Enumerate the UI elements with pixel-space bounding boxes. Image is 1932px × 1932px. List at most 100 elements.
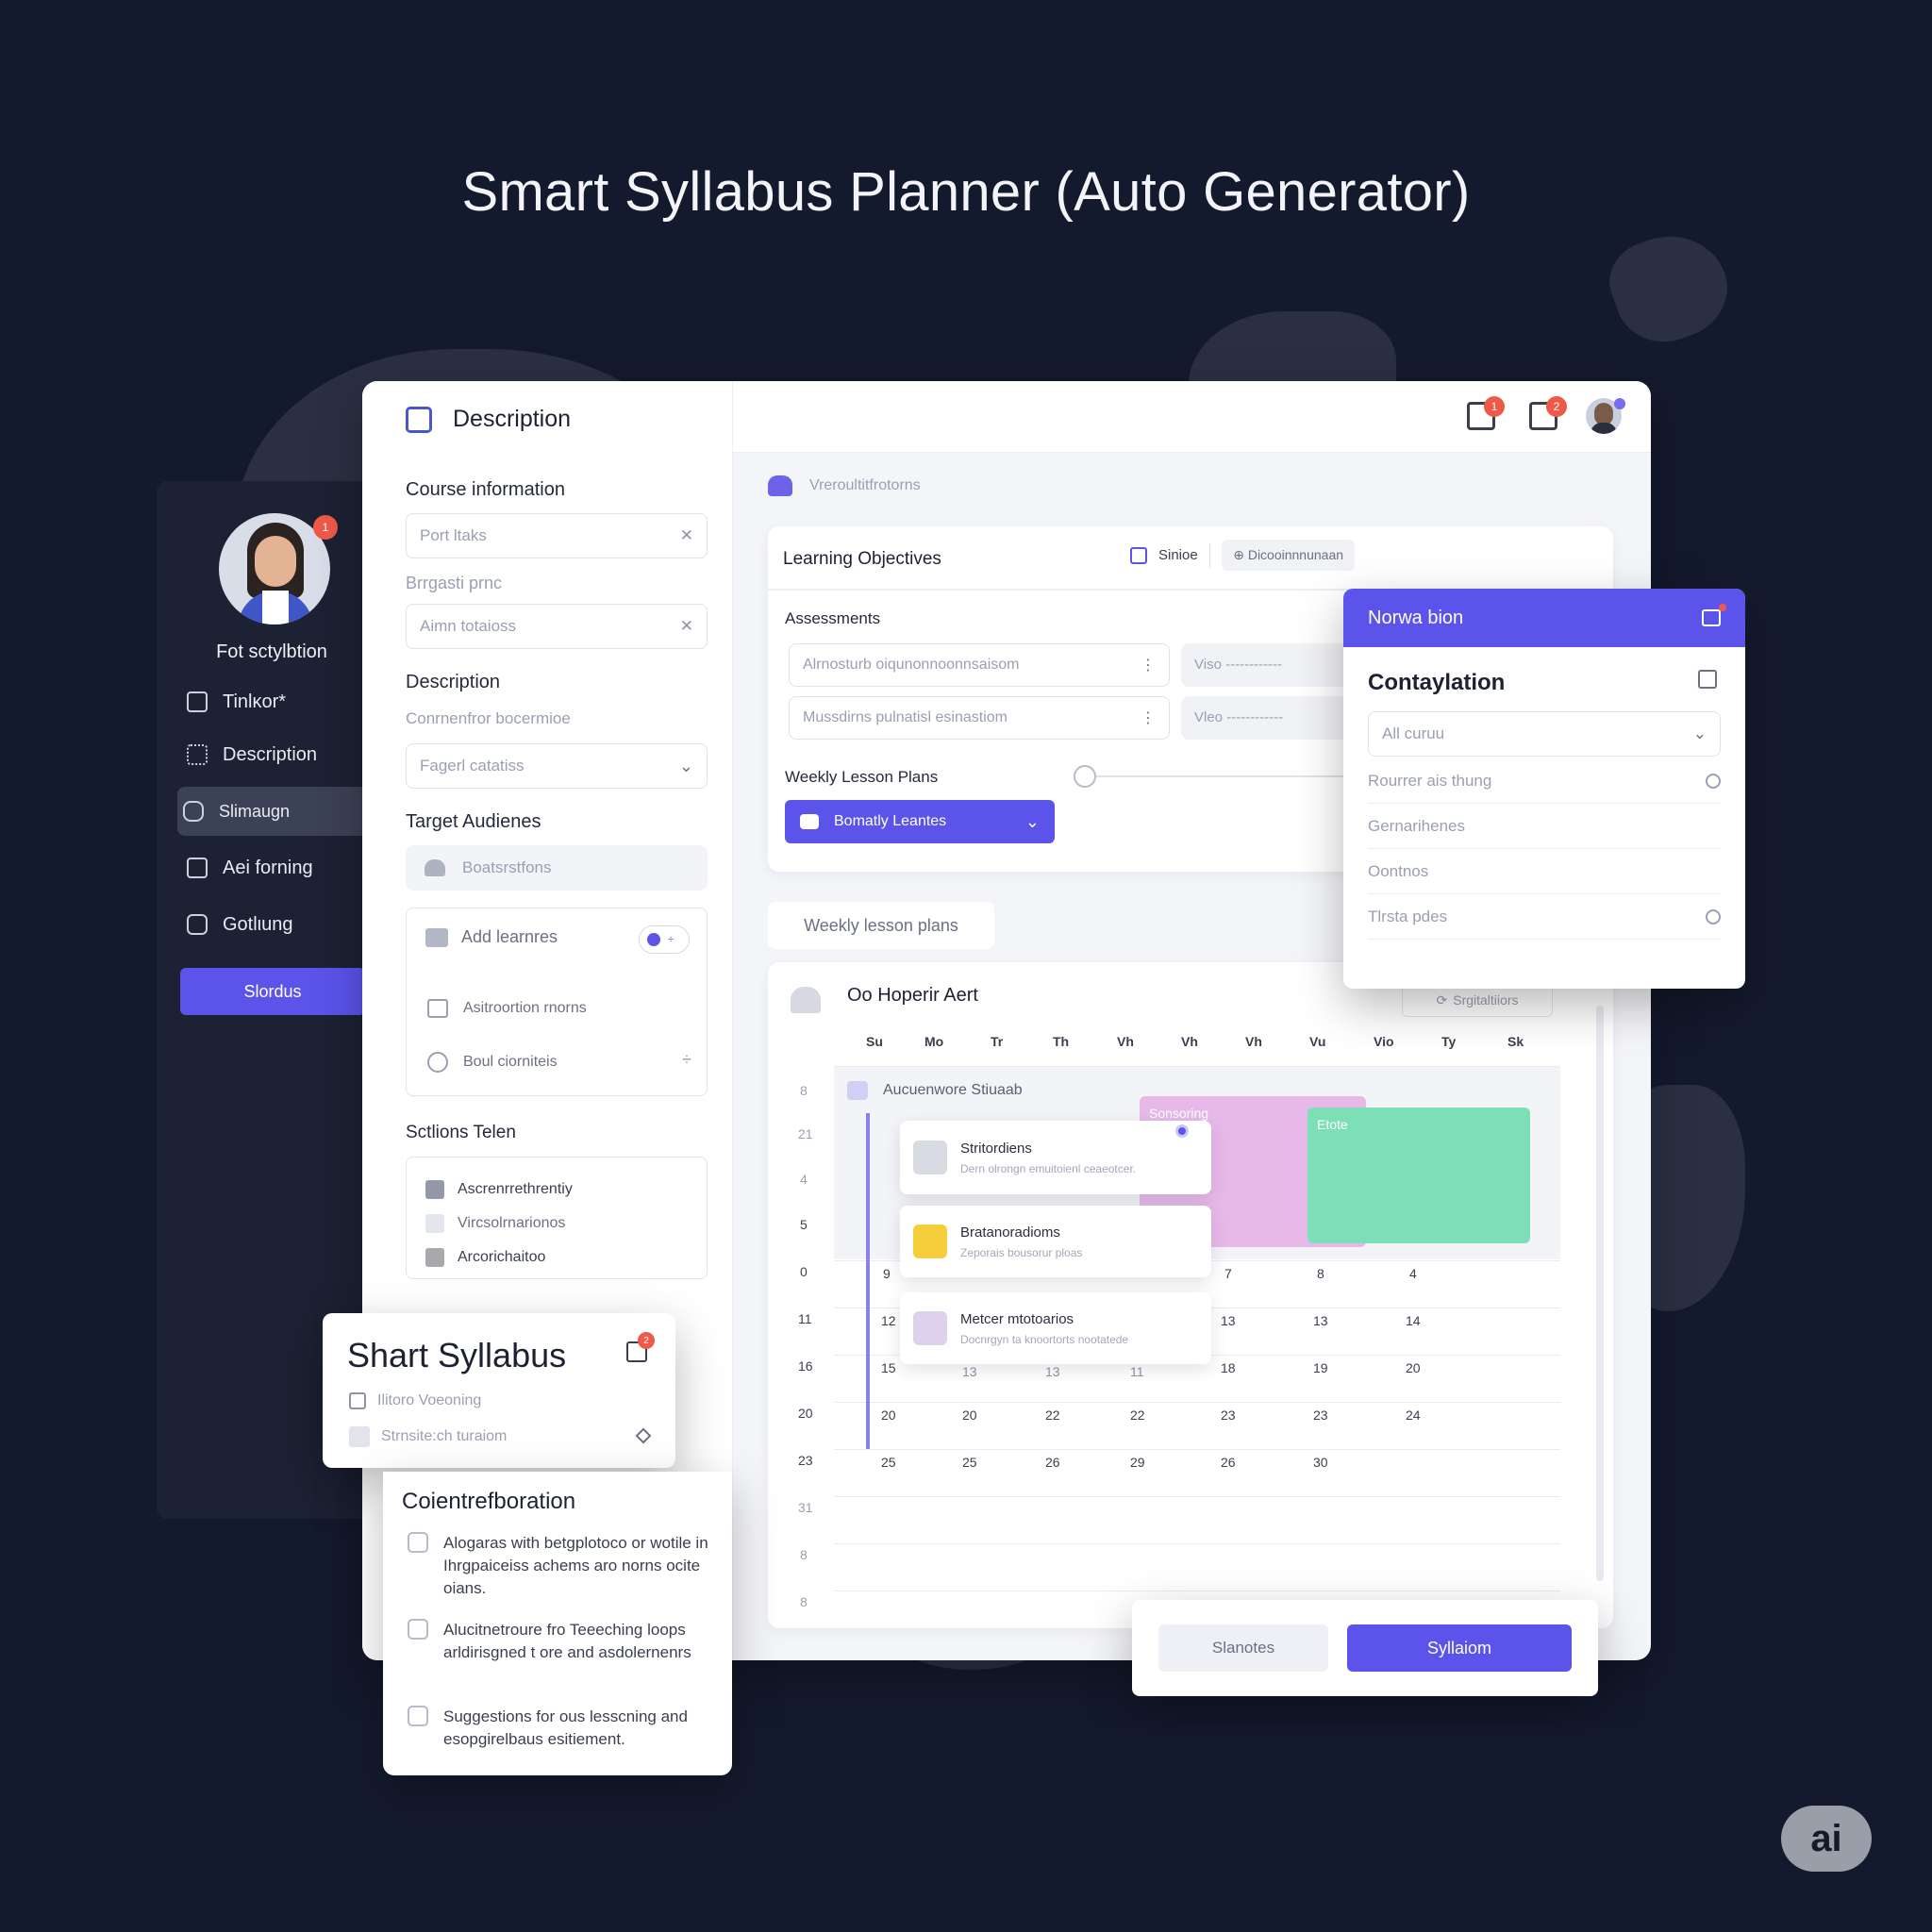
- date-cell[interactable]: 4: [1409, 1266, 1417, 1281]
- date-cell[interactable]: 26: [1045, 1455, 1060, 1470]
- collaboration-title: Coientrefboration: [402, 1489, 576, 1514]
- sidebar-item-4[interactable]: Gotlιung: [181, 900, 370, 949]
- date-cell[interactable]: 20: [962, 1407, 977, 1423]
- slider-handle[interactable]: [1074, 765, 1096, 788]
- date-cell[interactable]: 23: [1313, 1407, 1328, 1423]
- target-audience-item[interactable]: Boatsrstfons: [406, 845, 708, 891]
- diamond-icon[interactable]: [635, 1427, 652, 1444]
- secondary-button[interactable]: Slanotes: [1158, 1624, 1328, 1672]
- checkbox[interactable]: [408, 1532, 428, 1553]
- row-number: 11: [798, 1311, 812, 1326]
- event-card[interactable]: Bratanoradioms Zeporais bousorur ploas: [900, 1206, 1211, 1277]
- weekday: Vh: [1181, 1034, 1198, 1049]
- checkbox[interactable]: [408, 1706, 428, 1726]
- date-cell[interactable]: 29: [1130, 1455, 1145, 1470]
- edit-icon[interactable]: [1130, 546, 1147, 564]
- weekday: Sk: [1507, 1034, 1524, 1049]
- calendar-scrollbar[interactable]: [1596, 1006, 1604, 1581]
- clear-icon[interactable]: ✕: [680, 617, 693, 636]
- clear-icon[interactable]: ✕: [680, 526, 693, 545]
- calendar-banner[interactable]: Aucuenwore Stiuaab: [847, 1081, 1023, 1100]
- date-cell[interactable]: 18: [1221, 1360, 1236, 1375]
- assessment-field-2[interactable]: Mussdirns pulnatisl esinastiom ⋮: [789, 696, 1170, 740]
- collab-item[interactable]: Alogaras with betgplotoco or wotile in I…: [408, 1532, 719, 1600]
- primary-button[interactable]: Syllaiom: [1347, 1624, 1572, 1672]
- date-cell[interactable]: 25: [881, 1455, 896, 1470]
- date-cell[interactable]: 8: [1317, 1266, 1324, 1281]
- add-learners-row[interactable]: Add learnres: [425, 927, 558, 947]
- event-block-green[interactable]: Etote: [1307, 1108, 1530, 1243]
- chat-icon: [183, 801, 204, 822]
- action-row-1[interactable]: Asitroortion rnorns: [427, 999, 587, 1018]
- shart-item-2[interactable]: Strnsite:ch turaiom: [349, 1426, 507, 1447]
- date-cell: 11: [1130, 1364, 1144, 1379]
- learners-toggle[interactable]: ÷: [639, 925, 690, 954]
- section-item[interactable]: Vircsolrnarionos: [425, 1207, 688, 1241]
- date-cell[interactable]: 14: [1406, 1313, 1421, 1328]
- date-cell[interactable]: 13: [1221, 1313, 1236, 1328]
- date-cell[interactable]: 12: [881, 1313, 896, 1328]
- row-number: 23: [798, 1453, 813, 1468]
- sidebar-item-3[interactable]: Aei forning: [181, 843, 370, 892]
- ai-fab[interactable]: ai: [1781, 1806, 1872, 1872]
- section-item[interactable]: Ascrenrrethrentiy: [425, 1173, 688, 1207]
- sidebar-item-description[interactable]: Description: [181, 730, 370, 779]
- assessment-field-1[interactable]: Alrnosturb oiqunonnoonnsaisom ⋮: [789, 643, 1170, 687]
- radio-icon[interactable]: [1706, 773, 1721, 789]
- date-cell[interactable]: 15: [881, 1360, 896, 1375]
- date-cell[interactable]: 20: [1406, 1360, 1421, 1375]
- user-icon: [768, 475, 792, 496]
- date-cell[interactable]: 13: [1313, 1313, 1328, 1328]
- weekly-lesson-tab[interactable]: Weekly lesson plans: [768, 902, 994, 949]
- radio-icon[interactable]: [1706, 908, 1721, 924]
- users-icon: [425, 859, 445, 876]
- right-panel-header: Norwa bion: [1343, 589, 1745, 647]
- view-field-1[interactable]: Viso ------------: [1181, 643, 1370, 687]
- date-cell[interactable]: 20: [881, 1407, 896, 1423]
- date-cell[interactable]: 22: [1045, 1407, 1060, 1423]
- calendar-icon[interactable]: [1698, 670, 1717, 689]
- online-dot: [1614, 398, 1625, 409]
- list-item[interactable]: Rourrer ais thung: [1368, 758, 1721, 804]
- date-cell[interactable]: 30: [1313, 1455, 1328, 1470]
- course-field-1[interactable]: Port ltaks ✕: [406, 513, 708, 558]
- weekly-slider[interactable]: [1074, 765, 1370, 788]
- row-number: 31: [798, 1500, 813, 1515]
- tag-icon: [847, 1081, 868, 1100]
- checkbox[interactable]: [408, 1619, 428, 1640]
- action-row-2[interactable]: Boul ciorniteis: [427, 1052, 558, 1073]
- list-item[interactable]: Tlrsta pdes: [1368, 894, 1721, 940]
- event-card[interactable]: Stritordiens Dern olrongn emuitoienl ceae…: [900, 1121, 1211, 1194]
- collab-item[interactable]: Suggestions for ous lesscning and esopgi…: [408, 1706, 719, 1751]
- weekly-dropdown-button[interactable]: Bomatly Leantes ⌄: [785, 800, 1055, 843]
- date-cell[interactable]: 19: [1313, 1360, 1328, 1375]
- sidebar-item-0[interactable]: Tinlκor*: [181, 677, 370, 726]
- reorder-icon[interactable]: ÷: [682, 1050, 691, 1070]
- section-item[interactable]: Arcorichaitoo: [425, 1241, 688, 1274]
- edit-doc-icon: [406, 406, 432, 433]
- date-cell[interactable]: 23: [1221, 1407, 1236, 1423]
- inbox-badge: 1: [1484, 396, 1505, 417]
- date-cell[interactable]: 26: [1221, 1455, 1236, 1470]
- event-icon: [913, 1224, 947, 1258]
- view-field-2[interactable]: Vleo ------------: [1181, 696, 1370, 740]
- right-panel-select[interactable]: All curuu ⌄: [1368, 711, 1721, 757]
- date-cell[interactable]: 24: [1406, 1407, 1421, 1423]
- description-select[interactable]: Fagerl catatiss ⌄: [406, 743, 708, 789]
- shart-item-1[interactable]: Ilitoro Voeoning: [349, 1392, 481, 1409]
- date-cell[interactable]: 25: [962, 1455, 977, 1470]
- event-card[interactable]: Metcer mtotoarios Docnrgyn ta knoortorts …: [900, 1292, 1211, 1364]
- share-icon[interactable]: [1702, 604, 1726, 626]
- date-cell[interactable]: 7: [1224, 1266, 1232, 1281]
- sidebar-item-active[interactable]: Slimaugn: [177, 787, 368, 836]
- list-item[interactable]: Gernarihenes: [1368, 804, 1721, 849]
- smile-icon: [427, 1052, 448, 1073]
- date-cell[interactable]: 9: [883, 1266, 891, 1281]
- collab-item[interactable]: Alucitnetroure fro Teeeching loops arldi…: [408, 1619, 719, 1664]
- list-item[interactable]: Oontnos: [1368, 849, 1721, 894]
- sidebar-primary-button[interactable]: Slordus: [180, 968, 365, 1015]
- tool-chip[interactable]: ⊕ Dicooinnnunaan: [1222, 540, 1356, 571]
- shart-syllabus-card: Shart Syllabus 2 Ilitoro Voeoning Strnsi…: [323, 1313, 675, 1468]
- date-cell[interactable]: 22: [1130, 1407, 1145, 1423]
- course-field-2[interactable]: Aimn totaioss ✕: [406, 604, 708, 649]
